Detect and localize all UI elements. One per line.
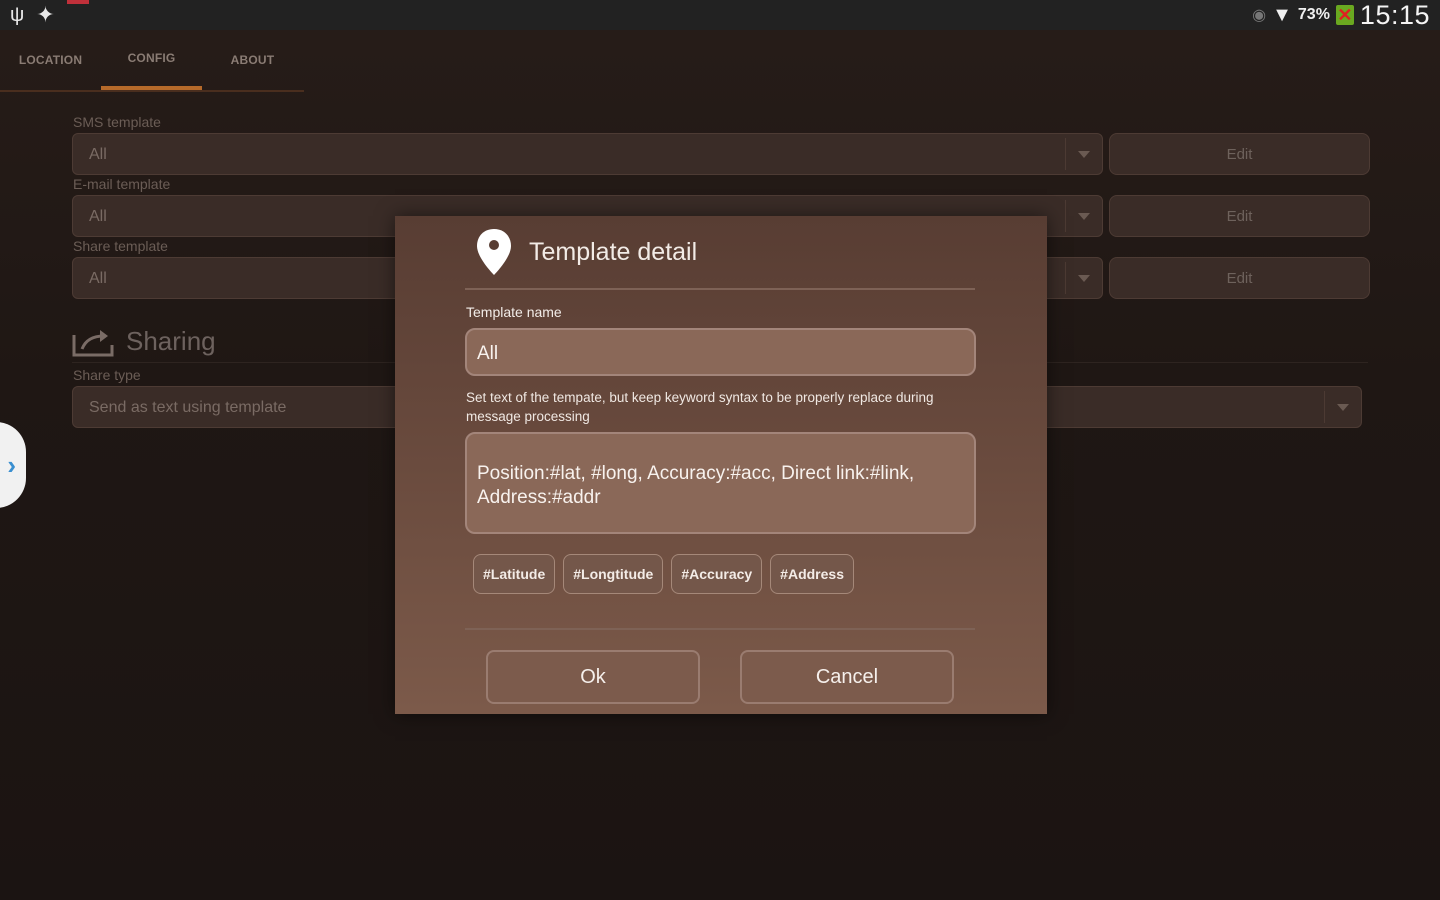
dialog-divider [465,628,975,630]
template-help-text: Set text of the tempate, but keep keywor… [466,390,934,424]
eye-icon: ◉ [1252,7,1267,24]
edit-email-template-button[interactable]: Edit [1109,195,1370,237]
edit-sms-template-button[interactable]: Edit [1109,133,1370,175]
clock: 15:15 [1359,0,1430,30]
dialog-header: Template detail [475,228,697,276]
email-template-value: All [89,208,107,225]
gps-icon: ✦ [36,2,55,27]
sms-template-label: SMS template [73,114,161,130]
spinner-separator [1065,138,1066,170]
dialog-divider [465,288,975,290]
battery-icon: ✕ [1335,5,1354,25]
chip-address[interactable]: #Address [770,554,854,594]
tab-about[interactable]: ABOUT [202,30,303,90]
spinner-separator [1065,262,1066,294]
chip-longitude[interactable]: #Longtitude [563,554,664,594]
keyword-chips: #Latitude #Longtitude #Accuracy #Address [473,554,854,594]
location-pin-icon [477,229,511,275]
chevron-down-icon [1337,404,1349,411]
chevron-right-icon: › [7,449,16,480]
spinner-separator [1324,391,1325,423]
tab-config[interactable]: CONFIG [101,30,202,90]
chip-accuracy[interactable]: #Accuracy [671,554,763,594]
chevron-down-icon [1078,213,1090,220]
tab-location[interactable]: LOCATION [0,30,101,90]
notification-indicator [66,0,89,4]
template-name-label: Template name [466,304,562,320]
ok-button[interactable]: Ok [486,650,700,704]
chevron-down-icon [1078,151,1090,158]
spinner-separator [1065,200,1066,232]
usb-icon: ψ [10,4,25,26]
tab-bar: LOCATION CONFIG ABOUT [0,30,304,92]
template-body-textarea[interactable]: Position:#lat, #long, Accuracy:#acc, Dir… [465,432,976,534]
cancel-button[interactable]: Cancel [740,650,954,704]
sharing-title: Sharing [126,326,216,356]
battery-percent: 73% [1297,6,1330,23]
status-bar-right: ◉ ▼ 73% ✕ 15:15 [1252,0,1430,31]
side-drawer-handle[interactable]: › [0,422,26,508]
template-detail-dialog: Template detail Template name All Set te… [395,216,1047,714]
email-template-label: E-mail template [73,176,171,192]
status-bar-left: ψ ✦ [10,0,89,27]
status-bar: ψ ✦ ◉ ▼ 73% ✕ 15:15 [0,0,1440,30]
template-name-input[interactable]: All [465,328,976,376]
share-template-label: Share template [73,238,168,254]
sharing-section-title: Sharing [72,326,216,357]
sms-template-select[interactable]: All [72,133,1103,175]
share-type-value: Send as text using template [89,399,287,416]
chip-latitude[interactable]: #Latitude [473,554,556,594]
share-template-value: All [89,270,107,287]
share-icon [72,329,114,356]
wifi-icon: ▼ [1272,3,1292,26]
edit-share-template-button[interactable]: Edit [1109,257,1370,299]
sms-template-value: All [89,146,107,163]
dialog-title: Template detail [529,237,698,266]
chevron-down-icon [1078,275,1090,282]
share-type-label: Share type [73,367,141,383]
